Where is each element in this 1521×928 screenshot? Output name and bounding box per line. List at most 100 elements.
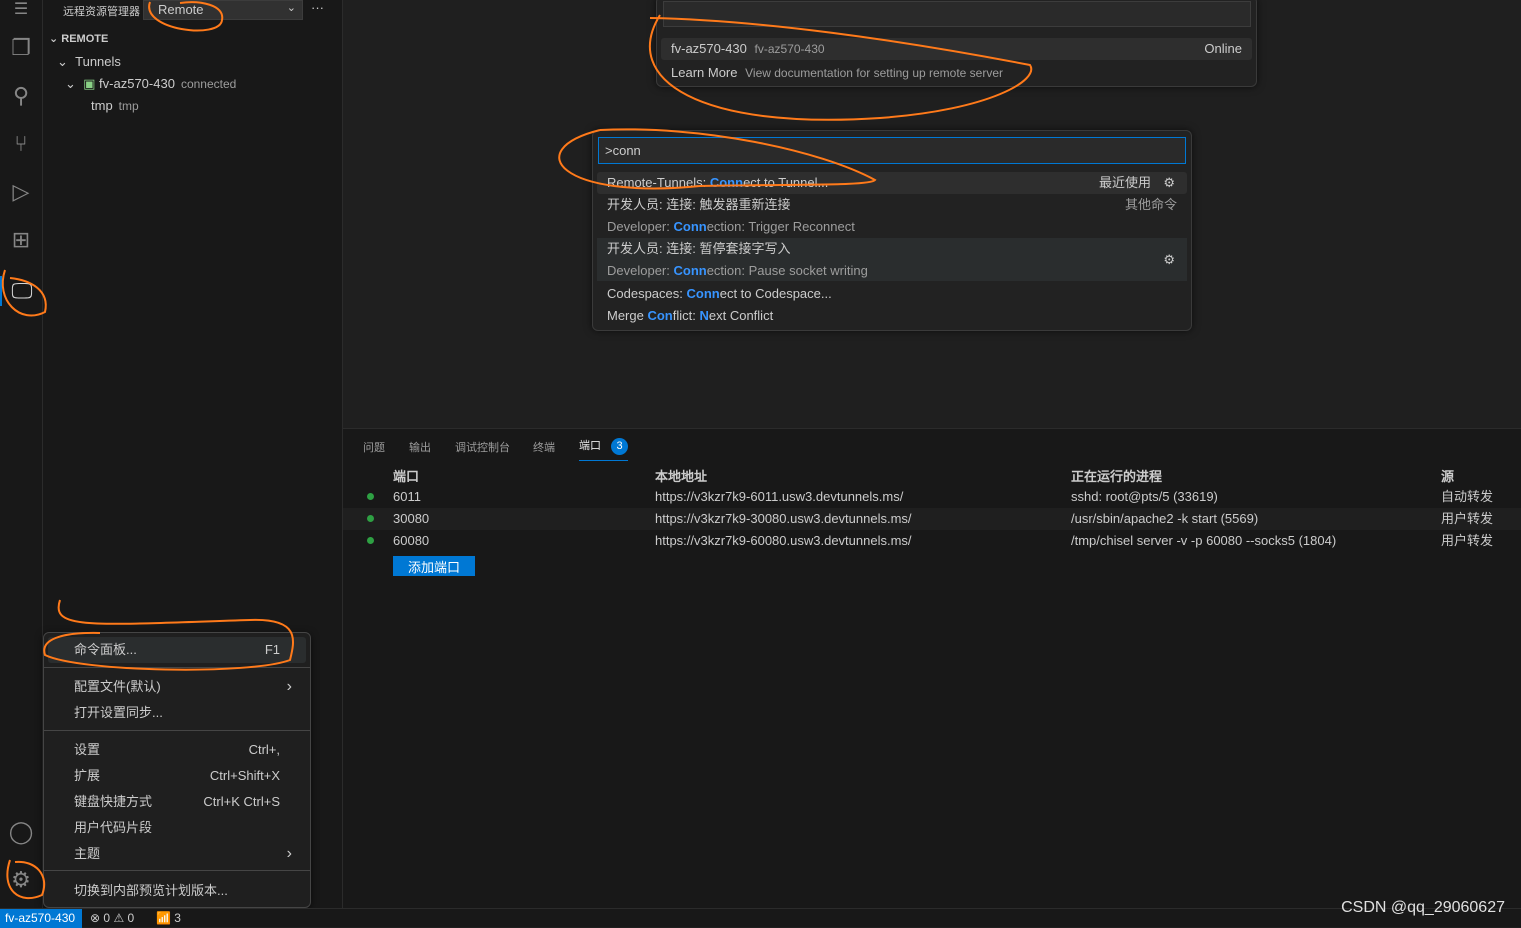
host-label: fv-az570-430 <box>99 76 175 91</box>
command-label-part: flict: <box>672 308 700 323</box>
panel-tab[interactable]: 调试控制台 <box>455 439 510 455</box>
command-label-part: Codespaces: <box>607 286 687 301</box>
tree-item-tunnels[interactable]: ⌄ Tunnels <box>57 54 121 70</box>
ports-status[interactable]: 📶 3 <box>156 911 181 925</box>
gear-icon[interactable]: ⚙ <box>1163 249 1175 271</box>
extensions-icon[interactable]: ⊞ <box>6 225 36 255</box>
ports-count: 3 <box>174 911 181 925</box>
explorer-icon[interactable]: ❐ <box>6 33 36 63</box>
source-control-icon[interactable]: ⑂ <box>6 129 36 159</box>
panel-tab[interactable]: 终端 <box>533 439 555 455</box>
command-label: 开发人员: 连接: 暂停套接字写入 <box>607 238 1177 260</box>
panel-tab-label: 端口 <box>579 440 601 452</box>
port-row[interactable]: 6011 https://v3kzr7k9-6011.usw3.devtunnel… <box>343 486 1521 508</box>
menu-item[interactable]: 配置文件(默认) › <box>48 674 306 700</box>
command-sublabel-part: ection: Trigger Reconnect <box>706 219 855 234</box>
menu-item[interactable]: 切换到内部预览计划版本... <box>48 878 306 904</box>
menu-separator <box>44 667 310 668</box>
chevron-right-icon: › <box>286 678 292 695</box>
account-icon[interactable]: ◯ <box>6 817 36 847</box>
gear-icon[interactable]: ⚙ <box>1163 172 1175 194</box>
panel-tab-label: 输出 <box>409 442 431 454</box>
status-bar: fv-az570-430 ⊗ 0 ⚠ 0 📶 3 <box>0 908 1521 928</box>
command-label: Codespaces: Connect to Codespace... <box>607 283 1177 305</box>
panel-tab[interactable]: 问题 <box>363 439 385 455</box>
host-item[interactable]: fv-az570-430 fv-az570-430 Online <box>661 38 1252 60</box>
section-remote[interactable]: ⌄ REMOTE <box>49 32 108 45</box>
tree-item-host[interactable]: ⌄ ▣ fv-az570-430 connected <box>65 76 236 92</box>
warning-icon: ⚠ <box>113 911 125 925</box>
command-sublabel-part: ection: Pause socket writing <box>706 263 868 278</box>
command-input[interactable]: >conn <box>598 137 1186 164</box>
menu-item-label: 打开设置同步... <box>74 705 163 720</box>
panel-tab[interactable]: 输出 <box>409 439 431 455</box>
panel-tab-label: 调试控制台 <box>455 442 510 454</box>
remote-explorer-icon[interactable]: 🖵 <box>0 276 42 306</box>
remote-indicator[interactable]: fv-az570-430 <box>0 909 82 928</box>
menu-item[interactable]: 设置 Ctrl+, <box>48 737 306 763</box>
port-number: 30080 <box>393 511 430 526</box>
more-actions-icon[interactable]: ··· <box>311 0 324 15</box>
local-address[interactable]: https://v3kzr7k9-60080.usw3.devtunnels.m… <box>655 530 912 552</box>
port-row[interactable]: 60080 https://v3kzr7k9-60080.usw3.devtunn… <box>343 530 1521 552</box>
menu-item-label: 设置 <box>74 742 101 757</box>
menu-item-label: 用户代码片段 <box>74 820 153 835</box>
host-item-status: Online <box>1204 41 1242 56</box>
search-icon[interactable]: ⚲ <box>6 81 36 111</box>
header-origin[interactable]: 源 <box>1441 466 1454 485</box>
learn-more-item[interactable]: Learn More View documentation for settin… <box>661 62 1252 84</box>
remote-type-select[interactable]: Remote ⌄ <box>143 0 303 20</box>
learn-more-desc: View documentation for setting up remote… <box>745 66 1004 80</box>
host-item-desc: fv-az570-430 <box>754 42 825 56</box>
host-picker-input[interactable] <box>663 1 1251 27</box>
chevron-down-icon: ⌄ <box>286 2 296 14</box>
panel-tab-label: 问题 <box>363 442 385 454</box>
menu-icon[interactable]: ☰ <box>6 0 36 18</box>
panel-tab-label: 终端 <box>533 442 555 454</box>
add-port-button[interactable]: 添加端口 <box>393 556 475 576</box>
menu-item[interactable]: 用户代码片段 <box>48 815 306 841</box>
port-origin: 用户转发 <box>1441 533 1494 548</box>
run-debug-icon[interactable]: ▷ <box>6 177 36 207</box>
command-item[interactable]: Codespaces: Connect to Codespace... <box>597 283 1187 305</box>
menu-item[interactable]: 命令面板... F1 <box>48 637 306 663</box>
command-label-part: ect to Codespace... <box>719 286 832 301</box>
port-row[interactable]: 30080 https://v3kzr7k9-30080.usw3.devtunn… <box>343 508 1521 530</box>
panel-tab[interactable]: 端口 3 <box>579 437 628 461</box>
command-item[interactable]: 开发人员: 连接: 触发器重新连接 Developer: Connection: … <box>597 194 1187 237</box>
command-sublabel-part: Conn <box>673 219 707 234</box>
activity-bar: ☰ ❐ ⚲ ⑂ ▷ ⊞ 🖵 ◯ ⚙ <box>0 0 43 908</box>
manage-context-menu: 命令面板... F1 配置文件(默认) › 打开设置同步... 设置 Ctrl+, 扩展 Ctr… <box>43 632 311 908</box>
other-commands-label: 其他命令 <box>1124 197 1177 212</box>
error-icon: ⊗ <box>90 911 101 925</box>
menu-item[interactable]: 扩展 Ctrl+Shift+X <box>48 763 306 789</box>
ports-count-badge: 3 <box>611 438 628 455</box>
header-process[interactable]: 正在运行的进程 <box>1071 466 1162 485</box>
running-status-icon <box>367 493 374 500</box>
command-item[interactable]: 开发人员: 连接: 暂停套接字写入 Developer: Connection: … <box>597 238 1187 281</box>
menu-item[interactable]: 键盘快捷方式 Ctrl+K Ctrl+S <box>48 789 306 815</box>
local-address[interactable]: https://v3kzr7k9-6011.usw3.devtunnels.ms… <box>655 486 903 508</box>
command-label-part: N <box>699 308 709 323</box>
menu-item-shortcut: Ctrl+, <box>248 742 280 757</box>
select-value: Remote <box>158 2 204 17</box>
menu-separator <box>44 870 310 871</box>
host-item-name: fv-az570-430 <box>671 41 747 56</box>
watermark: CSDN @qq_29060627 <box>1341 899 1505 916</box>
command-item[interactable]: Merge Conflict: Next Conflict <box>597 305 1187 327</box>
menu-item-shortcut: F1 <box>264 642 280 657</box>
command-label: Remote-Tunnels: Connect to Tunnel... <box>607 172 1177 194</box>
local-address[interactable]: https://v3kzr7k9-30080.usw3.devtunnels.m… <box>655 508 912 530</box>
running-process: sshd: root@pts/5 (33619) <box>1071 489 1218 504</box>
command-label: 开发人员: 连接: 触发器重新连接 <box>607 194 1177 216</box>
command-palette: >conn Remote-Tunnels: Connect to Tunnel.… <box>592 130 1192 331</box>
menu-item[interactable]: 打开设置同步... <box>48 700 306 726</box>
manage-gear-icon[interactable]: ⚙ <box>6 865 36 895</box>
command-item[interactable]: Remote-Tunnels: Connect to Tunnel... 最近使用… <box>597 172 1187 194</box>
header-local-address[interactable]: 本地地址 <box>655 466 707 485</box>
header-port[interactable]: 端口 <box>393 466 419 485</box>
problems-status[interactable]: ⊗ 0 ⚠ 0 <box>90 911 134 925</box>
remote-host-picker: fv-az570-430 fv-az570-430 Online Learn M… <box>656 0 1257 87</box>
tree-item-folder[interactable]: tmp tmp <box>91 98 139 113</box>
menu-item[interactable]: 主题 › <box>48 841 306 867</box>
